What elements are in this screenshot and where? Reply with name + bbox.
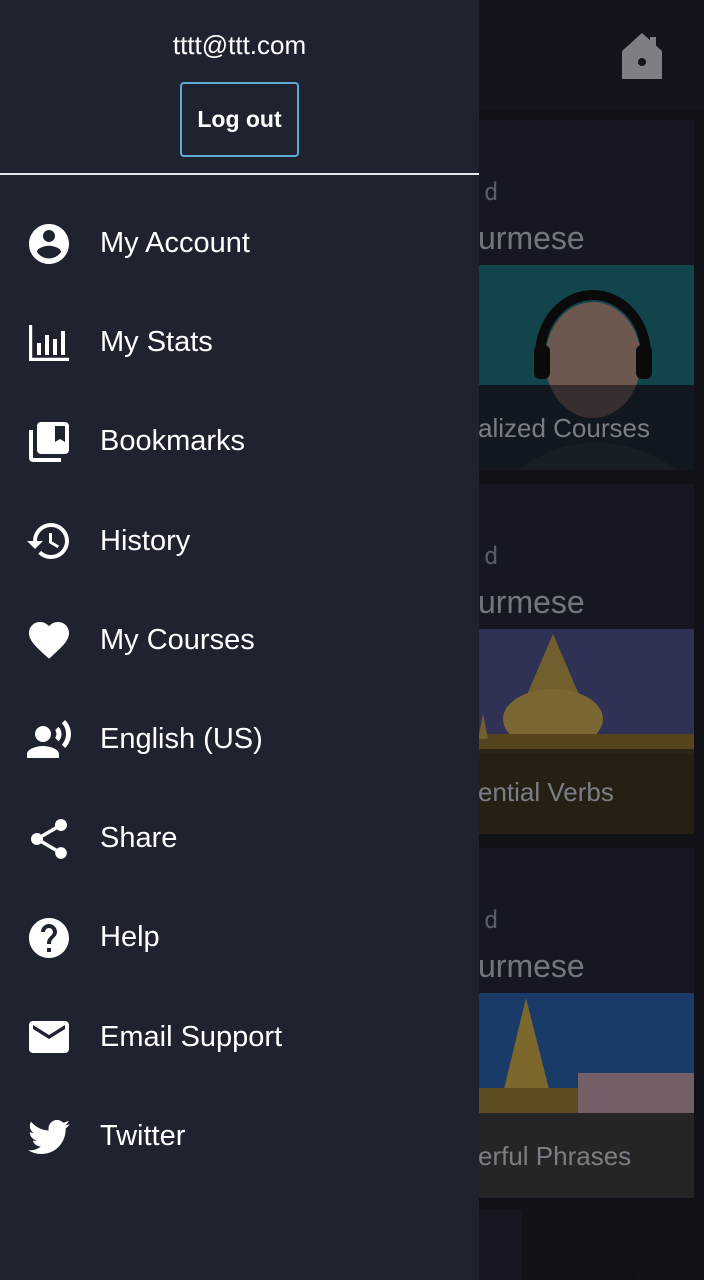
- drawer-divider: [0, 173, 479, 175]
- voice-person-icon: [24, 715, 74, 765]
- share-icon: [24, 814, 74, 864]
- user-email: tttt@ttt.com: [172, 30, 307, 60]
- account-circle-icon: [24, 219, 74, 269]
- menu-item-label: Share: [100, 822, 178, 855]
- menu-item-my-stats[interactable]: My Stats: [0, 293, 479, 392]
- menu-item-help[interactable]: Help: [0, 888, 479, 987]
- logout-button[interactable]: Log out: [180, 82, 299, 157]
- menu-item-label: Help: [100, 921, 160, 954]
- menu-item-share[interactable]: Share: [0, 789, 479, 888]
- menu-item-label: History: [100, 524, 191, 557]
- menu-item-email-support[interactable]: Email Support: [0, 988, 479, 1087]
- menu-item-label: My Account: [100, 227, 250, 260]
- help-icon: [24, 913, 74, 963]
- menu-item-label: Email Support: [100, 1020, 283, 1053]
- menu-item-label: Twitter: [100, 1119, 186, 1152]
- twitter-icon: [24, 1111, 74, 1161]
- bookmarks-icon: [24, 417, 74, 467]
- menu-item-label: My Stats: [100, 326, 213, 359]
- menu-item-history[interactable]: History: [0, 492, 479, 591]
- menu-item-label: My Courses: [100, 623, 255, 656]
- email-icon: [24, 1012, 74, 1062]
- menu-item-my-account[interactable]: My Account: [0, 194, 479, 293]
- menu-item-my-courses[interactable]: My Courses: [0, 591, 479, 690]
- navigation-drawer: tttt@ttt.com Log out My Account My Stats…: [0, 0, 479, 1280]
- history-icon: [24, 516, 74, 566]
- drawer-menu: My Account My Stats Bookmarks History My: [0, 194, 479, 1186]
- menu-item-label: English (US): [100, 723, 263, 756]
- heart-icon: [24, 615, 74, 665]
- menu-item-language[interactable]: English (US): [0, 690, 479, 789]
- menu-item-label: Bookmarks: [100, 425, 246, 458]
- menu-item-bookmarks[interactable]: Bookmarks: [0, 392, 479, 491]
- menu-item-twitter[interactable]: Twitter: [0, 1087, 479, 1186]
- stats-bar-icon: [24, 318, 74, 368]
